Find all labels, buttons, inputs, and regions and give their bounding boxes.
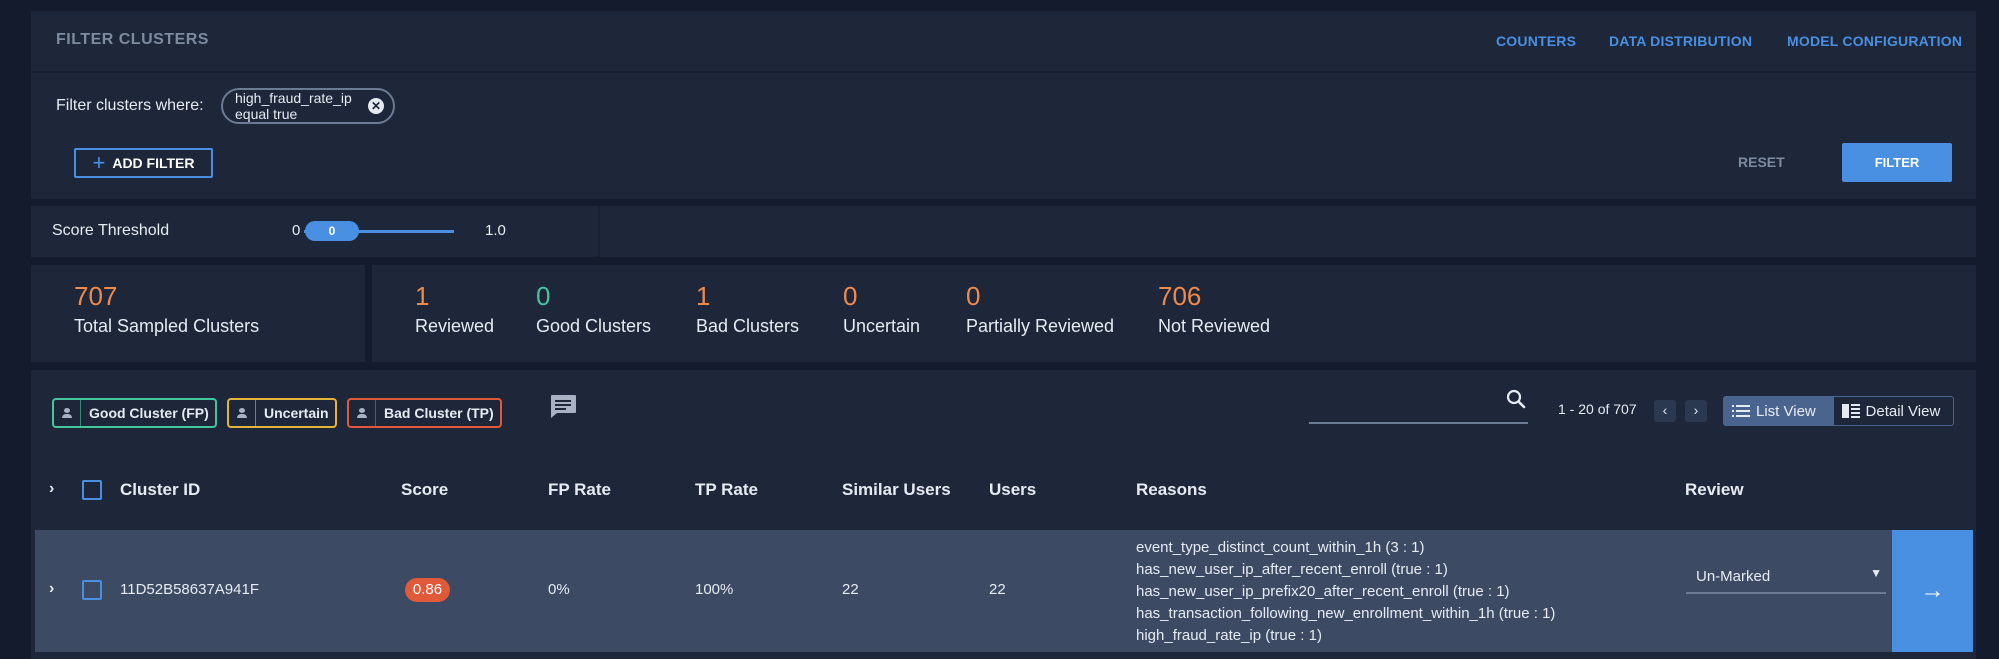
arrow-right-icon: → — [1920, 577, 1945, 604]
filter-where-label: Filter clusters where: — [56, 97, 204, 114]
model-configuration-link[interactable]: MODEL CONFIGURATION — [1787, 33, 1962, 49]
users-cell: 22 — [989, 581, 1006, 598]
filter-chip-label: high_fraud_rate_ip equal true — [235, 90, 352, 122]
caret-down-icon: ▼ — [1870, 566, 1882, 580]
threshold-divider — [598, 206, 600, 257]
reset-button[interactable]: RESET — [1738, 154, 1785, 170]
stat-label: Bad Clusters — [696, 316, 800, 336]
filter-button[interactable]: FILTER — [1842, 143, 1952, 182]
chip-separator — [80, 399, 81, 427]
bad-cluster-legend[interactable]: Bad Cluster (TP) — [347, 398, 502, 428]
reasons-cell: event_type_distinct_count_within_1h (3 :… — [1136, 537, 1555, 647]
filter-panel: FILTER CLUSTERS COUNTERS DATA DISTRIBUTI… — [31, 11, 1976, 199]
column-header-fp-rate[interactable]: FP Rate — [548, 480, 611, 500]
table-row[interactable]: › 11D52B58637A941F 0.86 0% 100% 22 22 ev… — [35, 530, 1973, 652]
good-cluster-legend-label: Good Cluster (FP) — [89, 405, 209, 421]
reason-item: has_new_user_ip_prefix20_after_recent_en… — [1136, 583, 1510, 600]
score-threshold-panel: Score Threshold 0 0 1.0 — [31, 206, 1976, 257]
add-filter-button[interactable]: + ADD FILTER — [74, 148, 213, 178]
person-icon — [237, 408, 247, 418]
close-icon[interactable]: ✕ — [368, 98, 384, 114]
uncertain-legend-label: Uncertain — [264, 405, 329, 421]
select-all-checkbox[interactable] — [82, 480, 102, 500]
column-header-review[interactable]: Review — [1685, 480, 1744, 500]
column-header-cluster-id[interactable]: Cluster ID — [120, 480, 200, 500]
open-cluster-button[interactable]: → — [1892, 530, 1973, 652]
page-title: FILTER CLUSTERS — [56, 31, 209, 48]
expand-row-icon[interactable]: › — [49, 580, 54, 598]
reason-item: has_new_user_ip_after_recent_enroll (tru… — [1136, 561, 1448, 578]
tp-rate-cell: 100% — [695, 581, 734, 598]
stat-reviewed: 1 Reviewed — [415, 281, 494, 337]
detail-view-label: Detail View — [1865, 402, 1941, 420]
good-cluster-legend[interactable]: Good Cluster (FP) — [52, 398, 217, 428]
detail-view-icon — [1841, 404, 1860, 418]
plus-icon: + — [92, 150, 106, 175]
column-header-tp-rate[interactable]: TP Rate — [695, 480, 758, 500]
data-distribution-link[interactable]: DATA DISTRIBUTION — [1609, 33, 1752, 49]
stat-label: Partially Reviewed — [966, 316, 1115, 336]
review-stats-panel: 1 Reviewed 0 Good Clusters 1 Bad Cluster… — [372, 265, 1976, 362]
stat-partially-reviewed: 0 Partially Reviewed — [966, 281, 1114, 337]
stat-value: 0 — [966, 281, 981, 311]
search-icon[interactable] — [1505, 388, 1527, 410]
stat-value: 706 — [1158, 281, 1202, 311]
person-icon — [62, 408, 72, 418]
column-header-reasons[interactable]: Reasons — [1136, 480, 1207, 500]
search-input[interactable] — [1309, 422, 1528, 424]
stat-not-reviewed: 706 Not Reviewed — [1158, 281, 1270, 337]
review-select-value: Un-Marked — [1696, 568, 1771, 585]
pagination-range: 1 - 20 of 707 — [1558, 401, 1637, 417]
view-toggle: List View Detail View — [1723, 396, 1954, 426]
list-view-button[interactable]: List View — [1724, 397, 1834, 425]
slider-min-label: 0 — [292, 222, 301, 239]
column-header-users[interactable]: Users — [989, 480, 1036, 500]
total-stat-value: 707 — [74, 281, 118, 311]
similar-users-cell: 22 — [842, 581, 859, 598]
review-select[interactable]: Un-Marked ▼ — [1686, 554, 1886, 594]
expand-all-icon[interactable]: › — [49, 480, 54, 498]
list-icon — [1732, 405, 1750, 417]
detail-view-button[interactable]: Detail View — [1834, 397, 1953, 425]
stat-value: 0 — [843, 281, 858, 311]
next-page-button[interactable]: › — [1685, 400, 1707, 422]
header-divider — [31, 71, 1976, 73]
reason-item: high_fraud_rate_ip (true : 1) — [1136, 627, 1322, 644]
stat-value: 1 — [696, 281, 711, 311]
column-header-similar-users[interactable]: Similar Users — [842, 480, 951, 500]
comment-icon[interactable] — [548, 392, 578, 420]
stat-uncertain: 0 Uncertain — [843, 281, 920, 337]
slider-max-label: 1.0 — [485, 222, 506, 239]
stat-label: Good Clusters — [536, 316, 652, 336]
total-clusters-panel: 707 Total Sampled Clusters — [31, 265, 365, 362]
person-icon — [357, 408, 367, 418]
fp-rate-cell: 0% — [548, 581, 570, 598]
reason-item: has_transaction_following_new_enrollment… — [1136, 605, 1556, 622]
previous-page-button[interactable]: ‹ — [1654, 400, 1676, 422]
list-view-label: List View — [1756, 402, 1816, 420]
column-header-score[interactable]: Score — [401, 480, 448, 500]
total-stat-label: Total Sampled Clusters — [74, 316, 260, 336]
add-filter-label: ADD FILTER — [112, 155, 195, 171]
stat-value: 1 — [415, 281, 430, 311]
score-threshold-label: Score Threshold — [52, 222, 170, 239]
stat-label: Uncertain — [843, 316, 921, 336]
stat-label: Not Reviewed — [1158, 316, 1271, 336]
score-badge: 0.86 — [405, 578, 450, 602]
chip-separator — [255, 399, 256, 427]
bad-cluster-legend-label: Bad Cluster (TP) — [384, 405, 494, 421]
stat-bad-clusters: 1 Bad Clusters — [696, 281, 799, 337]
uncertain-legend[interactable]: Uncertain — [227, 398, 337, 428]
stat-value: 0 — [536, 281, 551, 311]
total-stat: 707 Total Sampled Clusters — [74, 281, 259, 337]
cluster-id-cell[interactable]: 11D52B58637A941F — [120, 581, 259, 598]
filter-chip[interactable]: high_fraud_rate_ip equal true ✕ — [221, 88, 395, 124]
row-checkbox[interactable] — [82, 580, 102, 600]
stat-good-clusters: 0 Good Clusters — [536, 281, 651, 337]
chip-separator — [375, 399, 376, 427]
counters-link[interactable]: COUNTERS — [1496, 33, 1576, 49]
slider-handle[interactable]: 0 — [305, 221, 359, 241]
reason-item: event_type_distinct_count_within_1h (3 :… — [1136, 539, 1425, 556]
stat-label: Reviewed — [415, 316, 495, 336]
